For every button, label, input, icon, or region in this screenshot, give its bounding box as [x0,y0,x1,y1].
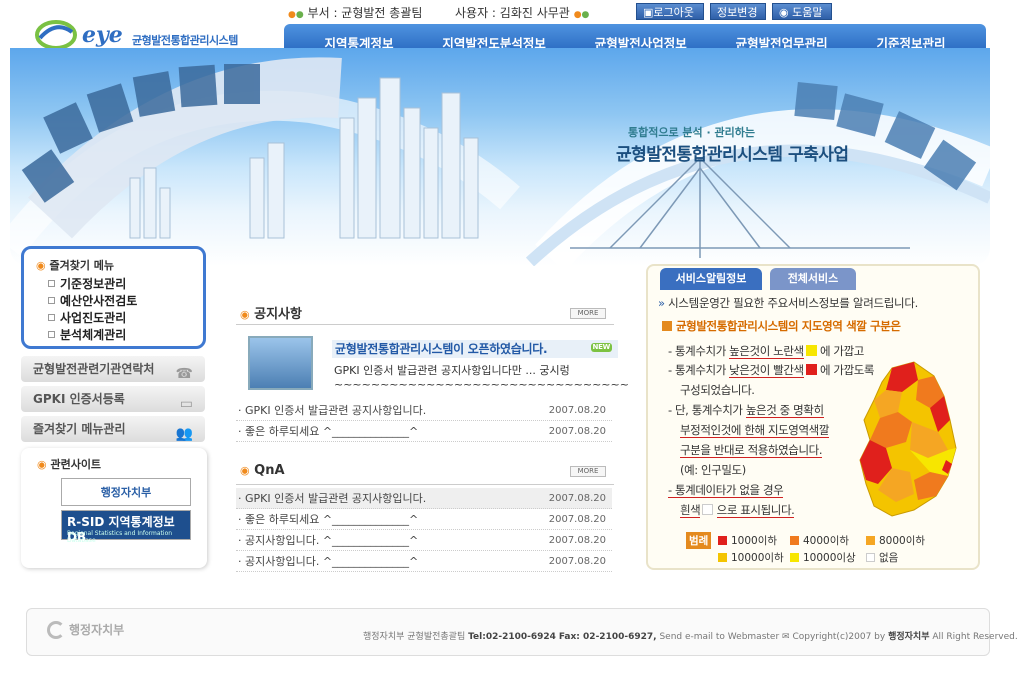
qna-section-title: ◉ QnA [240,463,285,478]
hero-subtitle: 통합적으로 분석 · 관리하는 [628,126,755,139]
gpki-register-button[interactable]: GPKI 인증서등록 ▭ [21,386,205,412]
notice-summary: GPKI 인증서 발급관련 공지사항입니다만 ... 궁시렁~~~~~~~~~~… [334,364,629,391]
related-site-mogaha[interactable]: 행정자치부 [61,478,191,506]
divider [236,484,614,485]
legend-item: 4000이하 [790,533,849,548]
service-text-line: - 통계수치가 높은것이 노란색 에 가깝고 [668,344,864,359]
legend-swatch [718,553,727,562]
legend-item: 8000이하 [866,533,925,548]
related-site-rsid[interactable]: R-SID 지역통계정보DB Regional Statistics and I… [61,510,191,544]
footer-logo: 행정자치부 [47,621,124,639]
info-change-button[interactable]: 정보변경 [710,3,766,20]
logout-button[interactable]: ▣로그아웃 [636,3,704,20]
bullet-icon: ◉ [240,308,250,321]
service-text-line: - 통계데이타가 없을 경우 [668,483,784,498]
favorites-menu: ◉ 즐겨찾기 메뉴 기준정보관리 예산안사전검토 사업진도관리 분석체계관리 [21,246,206,349]
tab-service-notice[interactable]: 서비스알림정보 [660,268,762,290]
legend-swatch [790,553,799,562]
notice-section-title: ◉ 공지사항 [240,307,302,322]
qna-row[interactable]: · 좋은 하루되세요 ^______________^ 2007.08.20 [236,509,612,530]
tab-all-services[interactable]: 전체서비스 [770,268,856,290]
service-text-line: 흰색 으로 표시됩니다. [680,503,795,518]
legend-item: 10000이하 [718,550,784,565]
square-bullet-icon [48,331,55,338]
bullet-icon: ◉ [37,458,47,471]
monitor-icon: ▭ [179,396,193,412]
notice-more-button[interactable]: MORE [570,308,606,319]
hero-banner: 통합적으로 분석 · 관리하는 균형발전통합관리시스템 구축사업 [10,48,990,266]
korea-map-icon [859,361,957,517]
qna-more-button[interactable]: MORE [570,466,606,477]
footer: 행정자치부 행정자치부 균형발전총괄팀 Tel:02-2100-6924 Fax… [26,608,1018,656]
related-sites-title: ◉ 관련사이트 [37,458,102,471]
bullet-icon: ◉ [36,259,46,272]
email-webmaster-link[interactable]: Send e-mail to Webmaster [659,632,779,642]
legend-item: 10000이상 [790,550,856,565]
square-bullet-icon [48,280,55,287]
qna-row[interactable]: · 공지사항입니다. ^______________^ 2007.08.20 [236,530,612,551]
bullet-icon: ◉ [240,464,250,477]
notice-row[interactable]: · GPKI 인증서 발급관련 공지사항입니다. 2007.08.20 [236,400,612,421]
help-icon: ◉ [779,6,793,19]
white-swatch-icon [702,504,714,515]
legend-swatch [790,536,799,545]
help-button[interactable]: ◉ 도움말 [772,3,832,20]
service-text-line: (예: 인구밀도) [680,463,746,477]
related-sites: ◉ 관련사이트 행정자치부 R-SID 지역통계정보DB Regional St… [21,448,207,568]
logo-system-name: 균형발전통합관리시스템 [132,34,238,47]
legend-item: 1000이하 [718,533,777,548]
people-icon: 👥 [175,426,193,442]
legend-swatch [718,536,727,545]
notice-row[interactable]: · 좋은 하루되세요 ^______________^ 2007.08.20 [236,421,612,442]
double-arrow-icon: » [658,296,665,310]
favorite-item-analysis[interactable]: 분석체계관리 [48,327,137,344]
logout-icon: ▣ [643,6,654,19]
service-text-line: 구성되었습니다. [680,383,755,397]
service-text-line: 부정적인것에 한해 지도영역색깔 [680,423,830,438]
qna-row[interactable]: · GPKI 인증서 발급관련 공지사항입니다. 2007.08.20 [236,488,612,509]
favorite-item-base-info[interactable]: 기준정보관리 [48,276,137,293]
legend-item: 없음 [866,550,898,565]
mogaha-logo-icon [47,621,65,639]
square-icon [662,321,672,331]
user-label: 사용자 : 김화진 사무관 ●● [455,6,590,20]
legend-swatch [866,536,875,545]
legend-label: 범례 [686,532,712,549]
new-badge: NEW [590,343,612,352]
footer-text: 행정자치부 균형발전총괄팀 Tel:02-2100-6924 Fax: 02-2… [363,632,1018,642]
hero-title: 균형발전통합관리시스템 구축사업 [616,145,849,165]
rsid-subtitle: Regional Statistics and Information Data… [67,530,173,544]
square-bullet-icon [48,297,55,304]
notice-thumbnail[interactable] [248,336,313,390]
yellow-swatch-icon [805,345,817,356]
service-text-line: 구분을 반대로 적용하였습니다. [680,443,823,458]
service-intro: » 시스템운영간 필요한 주요서비스정보를 알려드립니다. [658,296,918,310]
favorites-manage-button[interactable]: 즐겨찾기 메뉴관리 👥 [21,416,205,442]
favorite-item-budget-review[interactable]: 예산안사전검토 [48,293,137,310]
square-bullet-icon [48,314,55,321]
service-heading: 균형발전통합관리시스템의 지도영역 색깔 구분은 [662,318,901,334]
logo-eye-text: eye [82,22,123,48]
phone-icon: ☎ [175,366,193,382]
logout-label: 로그아웃 [653,6,694,19]
service-text-line: - 통계수치가 낮은것이 빨간색 에 가깝도록 [668,363,875,378]
contacts-button[interactable]: 균형발전관련기관연락처 ☎ [21,356,205,382]
department-label: ●● 부서 : 균형발전 총괄팀 [288,6,423,20]
logo-swirl-icon [35,20,77,50]
notice-headline[interactable]: 균형발전통합관리시스템이 오픈하였습니다. NEW [332,340,618,358]
divider [236,324,614,325]
help-label: 도움말 [792,6,823,19]
qna-row[interactable]: · 공지사항입니다. ^______________^ 2007.08.20 [236,551,612,572]
service-text-line: - 단, 통계수치가 높은것 중 명확히 [668,403,824,418]
favorites-title: ◉ 즐겨찾기 메뉴 [36,259,115,272]
favorite-item-project-progress[interactable]: 사업진도관리 [48,310,137,327]
legend-swatch [866,553,875,562]
mail-icon: ✉ [782,632,790,642]
red-swatch-icon [805,364,817,375]
